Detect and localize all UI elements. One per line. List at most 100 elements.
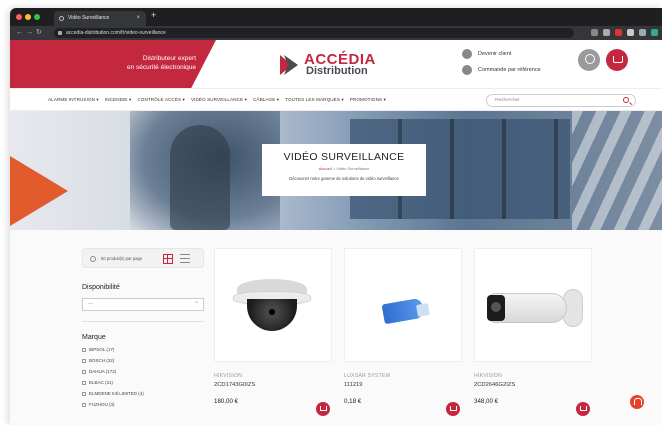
hero-title-card: VIDÉO SURVEILLANCE Accueil > Vidéo Surve… (262, 144, 426, 196)
checkbox[interactable] (82, 391, 86, 396)
product-brand: LUXSAR SYSTEM (344, 373, 391, 379)
checkbox[interactable] (82, 380, 86, 385)
notification-bell-button[interactable] (630, 395, 644, 409)
header-links: Devenir client Commande par référence (462, 46, 541, 78)
become-client-label: Devenir client (478, 51, 512, 57)
brand-filter-item[interactable]: FUZHOU (3) (82, 399, 204, 410)
add-to-cart-button[interactable] (576, 402, 590, 416)
extension-icon[interactable] (627, 29, 634, 36)
category-hero-banner: VIDÉO SURVEILLANCE Accueil > Vidéo Surve… (10, 111, 662, 230)
brand-filter-item[interactable]: BOSCH (32) (82, 355, 204, 366)
tagline-line1: Distributeur expert (142, 55, 196, 62)
globe-icon (59, 16, 64, 21)
search-input[interactable]: Rechercher (486, 94, 636, 107)
rj45-connector-tip (416, 303, 430, 317)
checkbox[interactable] (82, 369, 86, 374)
product-price: 0,18 € (344, 398, 362, 405)
window-controls (16, 14, 40, 20)
product-card[interactable]: HIKVISION 2CD2646G2IZS 348,00 € (474, 248, 592, 416)
product-image[interactable] (214, 248, 332, 362)
browser-tab-active[interactable]: Vidéo Surveillance × (54, 11, 146, 26)
brand-filter-item[interactable]: BIPSOL (17) (82, 344, 204, 355)
product-price: 180,00 € (214, 398, 239, 405)
account-button[interactable] (578, 49, 600, 71)
per-page-selector[interactable]: 50 produit(s) par page (82, 248, 204, 268)
order-by-reference-label: Commande par référence (478, 67, 541, 73)
menu-item-incendie[interactable]: INCENDIE ▾ (105, 97, 132, 103)
product-brand: HIKVISION (474, 373, 503, 379)
availability-filter-title: Disponibilité (82, 284, 120, 291)
minimize-window-button[interactable] (25, 14, 31, 20)
catalog-content: 50 produit(s) par page Disponibilité ---… (10, 230, 662, 425)
logo-mark-icon (280, 55, 298, 75)
product-reference[interactable]: 111219 (344, 382, 462, 388)
list-view-icon[interactable] (180, 254, 190, 264)
share-icon[interactable] (591, 29, 598, 36)
close-tab-icon[interactable]: × (136, 11, 140, 26)
brand-filter-label: FUZHOU (3) (89, 402, 115, 407)
star-icon[interactable] (603, 29, 610, 36)
header-tagline: Distributeur expert en sécurité électron… (80, 54, 196, 72)
brand-filter-item[interactable]: ELBAC (31) (82, 377, 204, 388)
breadcrumb-home-link[interactable]: Accueil (319, 166, 332, 171)
lock-icon (58, 31, 62, 35)
order-icon (462, 65, 472, 75)
menu-item-video-surveillance[interactable]: VIDÉO SURVEILLANCE ▾ (191, 97, 247, 103)
menu-item-promotions[interactable]: PROMOTIONS ▾ (350, 97, 386, 103)
bullet-camera-lens (491, 302, 501, 312)
search-icon[interactable] (623, 97, 629, 103)
brand-filter-list: BIPSOL (17) BOSCH (32) DAHUA (172) ELBAC… (82, 344, 204, 410)
menu-item-toutes-les-marques[interactable]: TOUTES LES MARQUES ▾ (285, 97, 344, 103)
brand-filter-label: ELMDENE Intl.LIMITED (4) (89, 391, 144, 396)
checkbox[interactable] (82, 358, 86, 363)
profile-icon[interactable] (651, 29, 658, 36)
browser-window: Vidéo Surveillance × + ←→↻ accedia-distr… (10, 8, 662, 425)
brand-filter-title: Marque (82, 334, 106, 341)
brand-filter-label: DAHUA (172) (89, 369, 117, 374)
order-by-reference-link[interactable]: Commande par référence (462, 62, 541, 78)
filter-sidebar: 50 produit(s) par page Disponibilité ---… (82, 248, 204, 410)
maximize-window-button[interactable] (34, 14, 40, 20)
product-image[interactable] (344, 248, 462, 362)
become-client-link[interactable]: Devenir client (462, 46, 541, 62)
menu-item-alarme-intrusion[interactable]: ALARME INTRUSION ▾ (48, 97, 99, 103)
close-window-button[interactable] (16, 14, 22, 20)
nav-buttons: ←→↻ (16, 28, 45, 36)
product-price: 348,00 € (474, 398, 499, 405)
product-reference[interactable]: 2CD1743G0IZS (214, 382, 332, 388)
checkbox[interactable] (82, 347, 86, 352)
cart-button[interactable] (606, 49, 628, 71)
forward-arrow-icon[interactable]: → (26, 29, 36, 36)
add-to-cart-button[interactable] (316, 402, 330, 416)
sidebar-divider (82, 321, 204, 322)
user-plus-icon (462, 49, 472, 59)
back-arrow-icon[interactable]: ← (16, 29, 26, 36)
brand-filter-item[interactable]: ELMDENE Intl.LIMITED (4) (82, 388, 204, 399)
hero-stripes (572, 111, 662, 230)
grid-view-icon[interactable] (163, 254, 173, 264)
product-brand: HIKVISION (214, 373, 243, 379)
address-url: accedia-distribution.com/fr/video-survei… (66, 30, 166, 36)
sidebar-icon[interactable] (639, 29, 646, 36)
brand-filter-item[interactable]: DAHUA (172) (82, 366, 204, 377)
add-to-cart-button[interactable] (446, 402, 460, 416)
settings-icon (90, 256, 96, 262)
menu-item-controle-acces[interactable]: CONTRÔLE ACCÈS ▾ (137, 97, 185, 103)
product-image[interactable] (474, 248, 592, 362)
tagline-line2: en sécurité électronique (126, 64, 196, 71)
menu-item-cablage[interactable]: CÂBLAGE ▾ (253, 97, 279, 103)
availability-select[interactable]: --- (82, 297, 204, 311)
site-header: Distributeur expert en sécurité électron… (10, 40, 662, 88)
checkbox[interactable] (82, 402, 86, 407)
product-card[interactable]: LUXSAR SYSTEM 111219 0,18 € (344, 248, 462, 416)
product-card[interactable]: HIKVISION 2CD1743G0IZS 180,00 € (214, 248, 332, 416)
dome-camera-lens (267, 307, 277, 317)
browser-tab-bar: Vidéo Surveillance × + (10, 8, 662, 26)
brand-filter-label: BIPSOL (17) (89, 347, 115, 352)
product-reference[interactable]: 2CD2646G2IZS (474, 382, 592, 388)
extension-red-icon[interactable] (615, 29, 622, 36)
hero-description: Découvrez notre gamme de solutions de vi… (289, 176, 399, 181)
new-tab-button[interactable]: + (151, 10, 156, 20)
address-bar[interactable]: accedia-distribution.com/fr/video-survei… (54, 28, 574, 38)
reload-icon[interactable]: ↻ (36, 29, 45, 36)
